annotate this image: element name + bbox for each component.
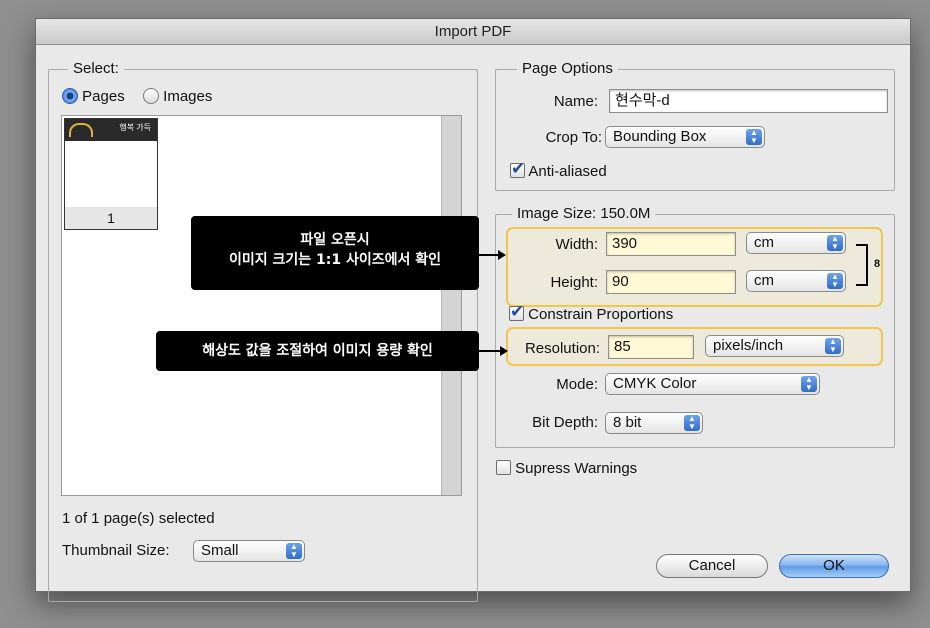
select-legend: Select:	[68, 61, 124, 77]
thumbnail-decoration	[69, 123, 93, 137]
size-callout-arrow	[479, 254, 499, 256]
crop-to-value: Bounding Box	[613, 128, 707, 145]
resolution-unit-value: pixels/inch	[713, 337, 784, 354]
suppress-warnings-label: Supress Warnings	[515, 460, 638, 477]
cancel-button[interactable]: Cancel	[656, 554, 768, 578]
width-input[interactable]: 390	[606, 232, 736, 256]
image-size-legend: Image Size: 150.0M	[512, 206, 656, 222]
size-callout: 파일 오픈시 이미지 크기는 1:1 사이즈에서 확인	[191, 216, 479, 290]
name-input[interactable]: 현수막-d	[609, 89, 888, 113]
thumbnail-image-text: 행복 가득	[119, 123, 151, 132]
mode-label: Mode:	[556, 376, 598, 393]
popup-arrows-icon: ▲ ▼	[286, 543, 302, 559]
popup-arrows-icon: ▲ ▼	[684, 415, 700, 431]
anti-aliased-checkbox[interactable]	[510, 159, 525, 179]
anti-aliased-option[interactable]: Anti-aliased	[510, 159, 607, 180]
bit-depth-value: 8 bit	[613, 414, 642, 431]
thumbnail-image: 행복 가득	[65, 119, 157, 141]
height-unit-popup[interactable]: cm ▲ ▼	[746, 270, 846, 292]
thumbnail-size-value: Small	[201, 542, 239, 559]
height-unit-value: cm	[754, 272, 774, 289]
height-input[interactable]: 90	[606, 270, 736, 294]
selection-status: 1 of 1 page(s) selected	[62, 510, 215, 527]
bit-depth-label: Bit Depth:	[532, 414, 598, 431]
name-label: Name:	[553, 93, 598, 110]
page-options-legend: Page Options	[517, 61, 618, 77]
crop-to-label: Crop To:	[545, 129, 602, 146]
window-title: Import PDF	[36, 19, 910, 45]
width-label: Width:	[555, 236, 598, 253]
size-callout-line2: 이미지 크기는 1:1 사이즈에서 확인	[228, 252, 442, 268]
radio-pages-label: Pages	[82, 88, 125, 105]
radio-pages-button[interactable]	[62, 88, 78, 104]
chain-link-icon: 8	[874, 258, 881, 270]
size-callout-arrowhead	[498, 250, 506, 260]
resolution-callout-arrowhead	[500, 346, 508, 356]
thumbnail-size-label: Thumbnail Size:	[62, 542, 170, 559]
constrain-proportions-option[interactable]: Constrain Proportions	[509, 302, 674, 323]
page-thumbnail[interactable]: 행복 가득 1	[64, 118, 158, 230]
popup-arrows-icon: ▲ ▼	[827, 273, 843, 289]
resolution-label: Resolution:	[524, 340, 600, 357]
anti-aliased-label: Anti-aliased	[528, 163, 607, 180]
constrain-proportions-checkbox[interactable]	[509, 302, 524, 322]
thumbnail-size-popup[interactable]: Small ▲ ▼	[193, 540, 305, 562]
constrain-proportions-label: Constrain Proportions	[528, 306, 674, 323]
popup-arrows-icon: ▲ ▼	[746, 129, 762, 145]
bit-depth-popup[interactable]: 8 bit ▲ ▼	[605, 412, 703, 434]
crop-to-popup[interactable]: Bounding Box ▲ ▼	[605, 126, 765, 148]
mode-popup[interactable]: CMYK Color ▲ ▼	[605, 373, 820, 395]
page-list-scrollbar[interactable]	[441, 116, 461, 495]
resolution-callout: 해상도 값을 조절하여 이미지 용량 확인	[156, 331, 479, 371]
popup-arrows-icon: ▲ ▼	[801, 376, 817, 392]
resolution-unit-popup[interactable]: pixels/inch ▲ ▼	[705, 335, 844, 357]
resolution-callout-arrow	[479, 350, 501, 352]
resolution-input[interactable]: 85	[608, 335, 694, 359]
popup-arrows-icon: ▲ ▼	[827, 235, 843, 251]
suppress-warnings-option[interactable]: Supress Warnings	[496, 460, 637, 477]
width-unit-value: cm	[754, 234, 774, 251]
height-label: Height:	[550, 274, 598, 291]
radio-images[interactable]: Images	[143, 88, 212, 105]
popup-arrows-icon: ▲ ▼	[825, 338, 841, 354]
mode-value: CMYK Color	[613, 375, 697, 392]
proportion-bracket	[856, 244, 868, 286]
thumbnail-page-number: 1	[65, 207, 157, 229]
radio-pages[interactable]: Pages	[62, 88, 125, 105]
ok-button[interactable]: OK	[779, 554, 889, 578]
suppress-warnings-checkbox[interactable]	[496, 460, 511, 475]
radio-images-button[interactable]	[143, 88, 159, 104]
width-unit-popup[interactable]: cm ▲ ▼	[746, 232, 846, 254]
size-callout-line1: 파일 오픈시	[300, 232, 370, 248]
radio-images-label: Images	[163, 88, 213, 105]
